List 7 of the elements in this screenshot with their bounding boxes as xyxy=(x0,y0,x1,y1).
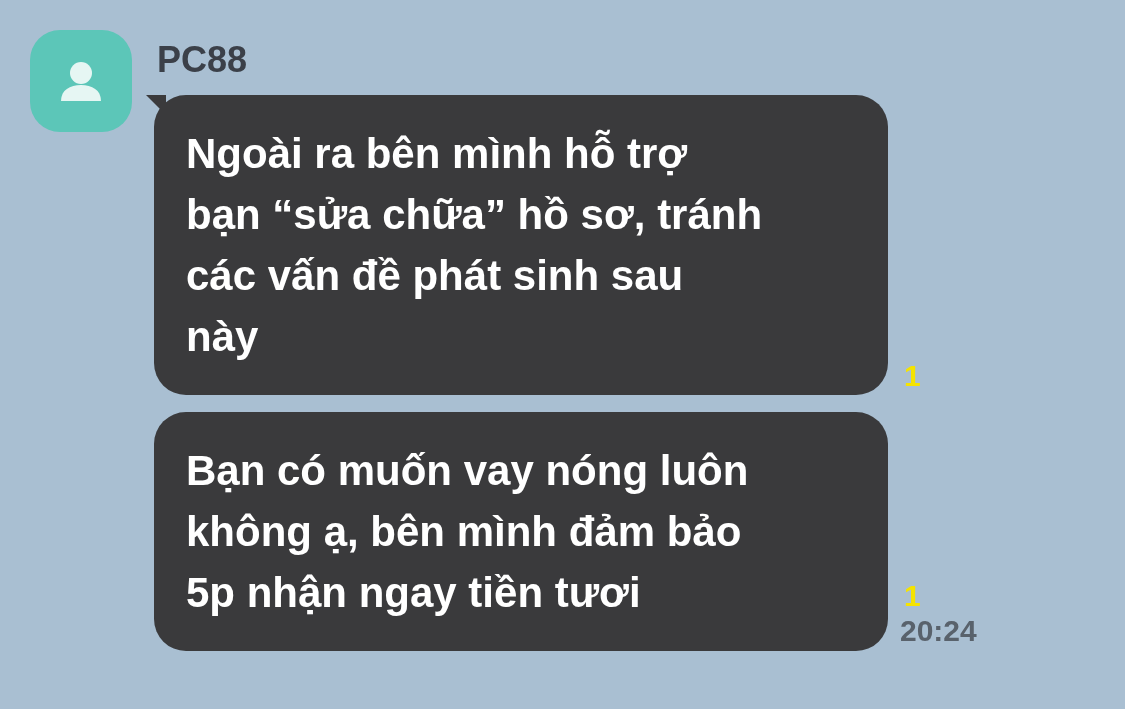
message-text: Ngoài ra bên mình hỗ trợ bạn “sửa chữa” hồ sơ, tránh các vấn đề phát sinh sau này xyxy=(186,128,764,362)
avatar-icon[interactable] xyxy=(30,30,132,132)
read-count: 1 xyxy=(904,359,921,393)
message-text: Bạn có muốn vay nóng luôn không ạ, bên mình đảm bảo 5p nhận ngay tiền tươi xyxy=(186,446,750,618)
sender-name: PC88 xyxy=(156,38,249,80)
read-count: 1 xyxy=(904,579,921,613)
message-time: 20:24 xyxy=(900,613,977,649)
